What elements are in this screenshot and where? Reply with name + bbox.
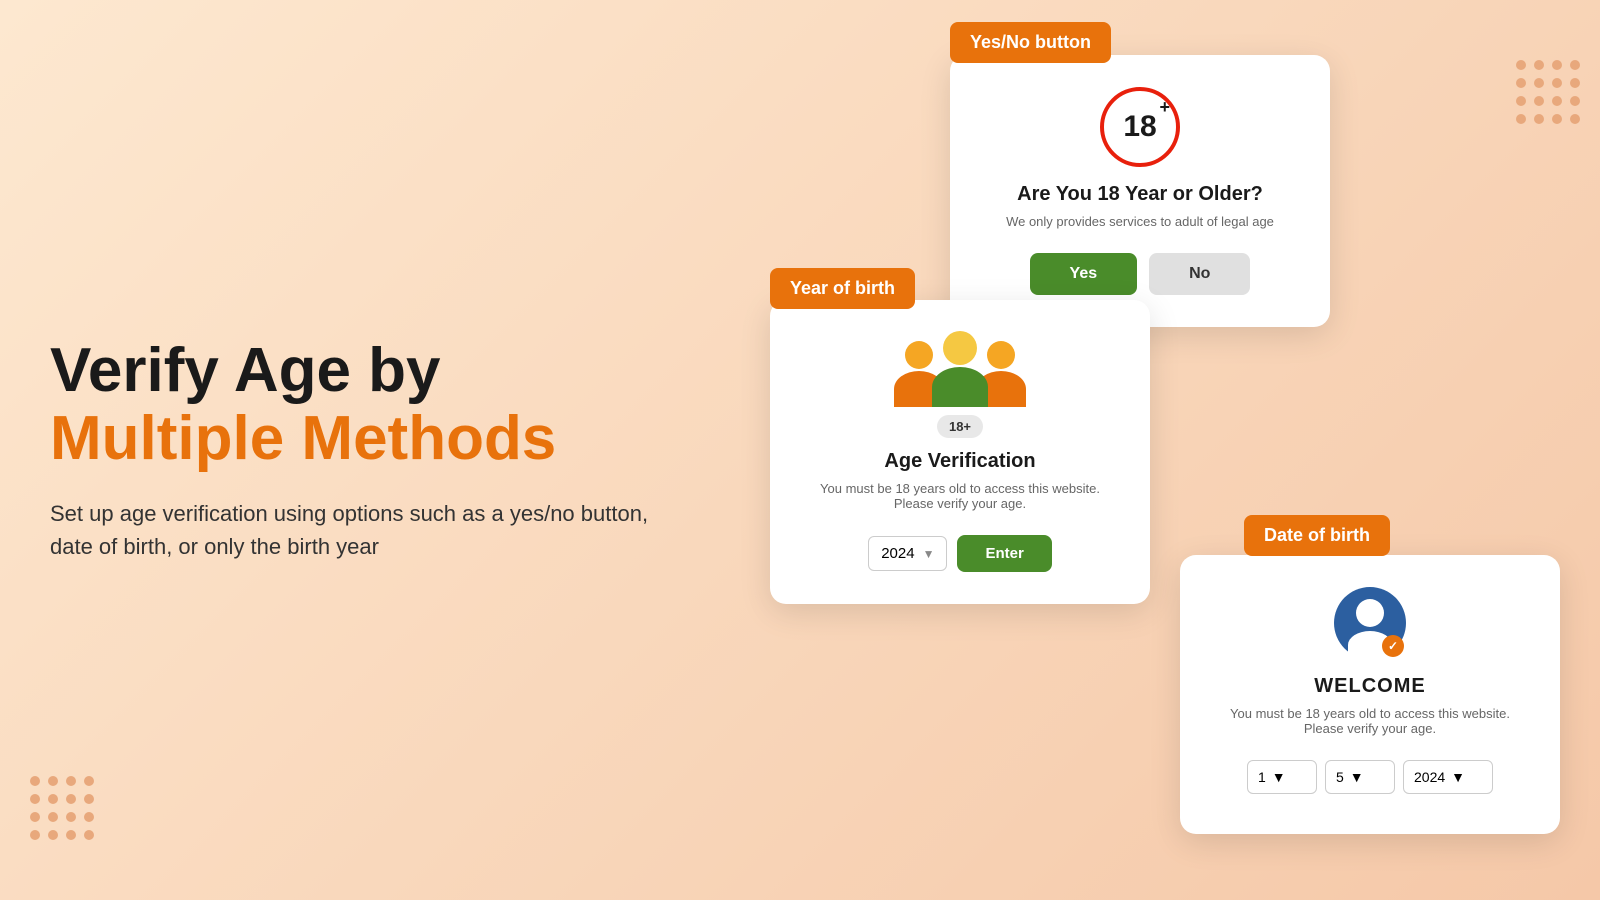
day-value: 1	[1258, 769, 1266, 785]
year-dropdown[interactable]: 2024 ▼	[868, 536, 947, 571]
card-year-of-birth: 18+ Age Verification You must be 18 year…	[770, 300, 1150, 604]
year-select-group: 2024 ▼ Enter	[802, 535, 1118, 572]
main-title: Verify Age by Multiple Methods	[50, 337, 690, 473]
age-circle: 18 +	[1100, 87, 1180, 167]
year-dob-chevron-icon: ▼	[1451, 769, 1465, 785]
yesno-btn-group: Yes No	[982, 253, 1298, 295]
age-badge-year: 18+	[937, 415, 983, 438]
yes-button[interactable]: Yes	[1030, 253, 1138, 295]
yesno-card-title: Are You 18 Year or Older?	[982, 183, 1298, 206]
subtitle-text: Set up age verification using options su…	[50, 497, 690, 563]
year-card-title: Age Verification	[802, 450, 1118, 473]
dots-decoration-bottom-left	[30, 776, 94, 840]
age-number: 18	[1123, 110, 1156, 144]
month-value: 5	[1336, 769, 1344, 785]
avatar-head	[1356, 599, 1384, 627]
year-value: 2024	[881, 545, 914, 562]
no-button[interactable]: No	[1149, 253, 1250, 295]
title-text-highlight: Multiple Methods	[50, 404, 556, 473]
dob-select-group: 1 ▼ 5 ▼ 2024 ▼	[1212, 760, 1528, 794]
month-dropdown[interactable]: 5 ▼	[1325, 760, 1395, 794]
person-center-icon	[932, 331, 988, 407]
enter-button[interactable]: Enter	[957, 535, 1051, 572]
dob-card-subtitle: You must be 18 years old to access this …	[1212, 706, 1528, 736]
month-chevron-icon: ▼	[1350, 769, 1364, 785]
year-dob-dropdown[interactable]: 2024 ▼	[1403, 760, 1493, 794]
tag-date-of-birth: Date of birth	[1244, 515, 1390, 556]
yesno-card-subtitle: We only provides services to adult of le…	[982, 214, 1298, 229]
year-card-subtitle: You must be 18 years old to access this …	[802, 481, 1118, 511]
year-chevron-icon: ▼	[923, 547, 935, 561]
avatar-icon: ✓	[1334, 587, 1406, 659]
title-text-plain: Verify Age by	[50, 336, 441, 405]
year-dob-value: 2024	[1414, 769, 1445, 785]
right-section: Yes/No button 18 + Are You 18 Year or Ol…	[900, 0, 1600, 900]
age-plus: +	[1159, 97, 1170, 118]
card-yes-no: 18 + Are You 18 Year or Older? We only p…	[950, 55, 1330, 327]
age-18-icon: 18 +	[1100, 87, 1180, 167]
card-date-of-birth: ✓ WELCOME You must be 18 years old to ac…	[1180, 555, 1560, 834]
tag-yes-no: Yes/No button	[950, 22, 1111, 63]
day-dropdown[interactable]: 1 ▼	[1247, 760, 1317, 794]
avatar-check-icon: ✓	[1382, 635, 1404, 657]
tag-year-of-birth: Year of birth	[770, 268, 915, 309]
welcome-title: WELCOME	[1212, 675, 1528, 698]
people-icon-group	[802, 332, 1118, 407]
left-section: Verify Age by Multiple Methods Set up ag…	[50, 337, 690, 563]
day-chevron-icon: ▼	[1272, 769, 1286, 785]
